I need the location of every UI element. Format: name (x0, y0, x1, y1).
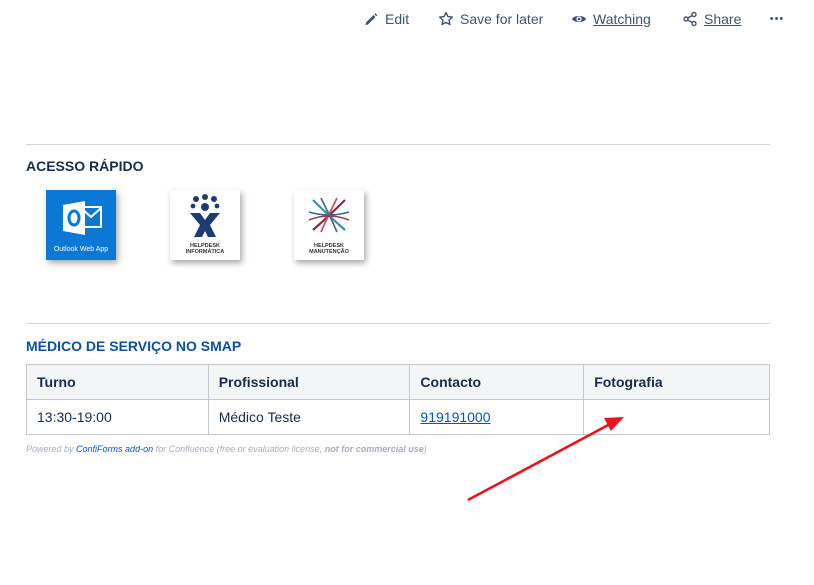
annotation-arrow (467, 417, 624, 502)
